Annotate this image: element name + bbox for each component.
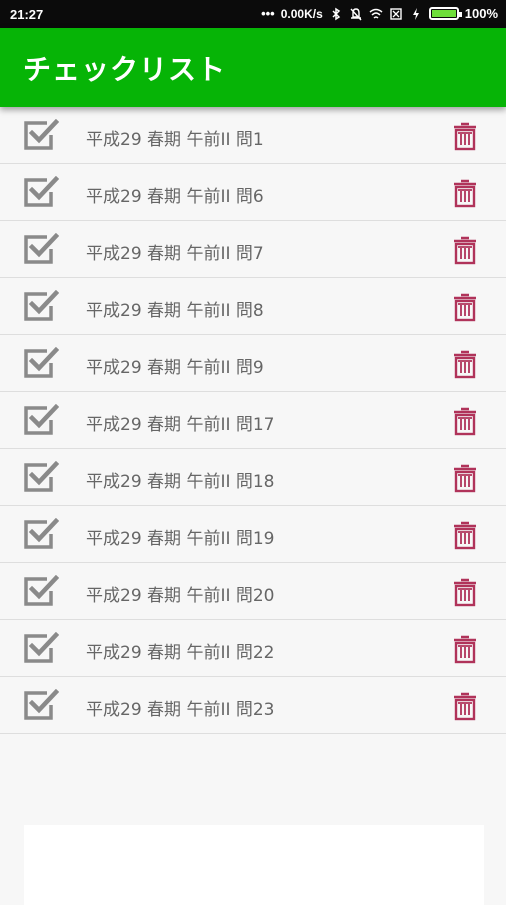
trash-icon[interactable] xyxy=(451,349,479,379)
list-item[interactable]: 平成29 春期 午前II 問7 xyxy=(0,221,506,278)
checkbox-checked-icon[interactable] xyxy=(23,517,60,550)
list-item[interactable]: 平成29 春期 午前II 問9 xyxy=(0,335,506,392)
checkbox-checked-icon[interactable] xyxy=(23,403,60,436)
battery-percent: 100% xyxy=(464,6,498,21)
checkbox-checked-icon[interactable] xyxy=(23,631,60,664)
checkbox-checked-icon[interactable] xyxy=(23,232,60,265)
list-item[interactable]: 平成29 春期 午前II 問23 xyxy=(0,677,506,734)
list-item-label: 平成29 春期 午前II 問17 xyxy=(86,415,275,435)
status-bar: 21:27 ••• 0.00K/s 100% xyxy=(0,0,506,28)
mute-icon xyxy=(350,7,362,20)
checklist: 平成29 春期 午前II 問1 平成29 春期 午前II 問6 平成29 春期 午前… xyxy=(0,107,506,734)
list-item-label: 平成29 春期 午前II 問7 xyxy=(86,244,264,264)
checkbox-checked-icon[interactable] xyxy=(23,289,60,322)
list-item-label: 平成29 春期 午前II 問1 xyxy=(86,130,264,150)
bottom-card xyxy=(24,825,484,905)
trash-icon[interactable] xyxy=(451,520,479,550)
list-item-label: 平成29 春期 午前II 問23 xyxy=(86,700,275,720)
checkbox-checked-icon[interactable] xyxy=(23,118,60,151)
list-item[interactable]: 平成29 春期 午前II 問18 xyxy=(0,449,506,506)
sim-icon xyxy=(390,7,402,20)
list-item[interactable]: 平成29 春期 午前II 問19 xyxy=(0,506,506,563)
trash-icon[interactable] xyxy=(451,463,479,493)
status-time: 21:27 xyxy=(10,7,44,22)
checkbox-checked-icon[interactable] xyxy=(23,688,60,721)
app-bar: チェックリスト xyxy=(0,28,506,107)
trash-icon[interactable] xyxy=(451,121,479,151)
checkbox-checked-icon[interactable] xyxy=(23,346,60,379)
network-speed: 0.00K/s xyxy=(280,6,323,21)
bluetooth-icon xyxy=(332,7,340,20)
list-item-label: 平成29 春期 午前II 問9 xyxy=(86,358,264,378)
list-item[interactable]: 平成29 春期 午前II 問1 xyxy=(0,107,506,164)
list-item-label: 平成29 春期 午前II 問22 xyxy=(86,643,275,663)
list-item-label: 平成29 春期 午前II 問18 xyxy=(86,472,275,492)
list-item-label: 平成29 春期 午前II 問6 xyxy=(86,187,264,207)
trash-icon[interactable] xyxy=(451,406,479,436)
list-item-label: 平成29 春期 午前II 問8 xyxy=(86,301,264,321)
list-item[interactable]: 平成29 春期 午前II 問17 xyxy=(0,392,506,449)
charging-icon xyxy=(412,7,419,20)
trash-icon[interactable] xyxy=(451,577,479,607)
trash-icon[interactable] xyxy=(451,634,479,664)
trash-icon[interactable] xyxy=(451,178,479,208)
list-item[interactable]: 平成29 春期 午前II 問20 xyxy=(0,563,506,620)
page-title: チェックリスト xyxy=(23,53,227,86)
list-item[interactable]: 平成29 春期 午前II 問8 xyxy=(0,278,506,335)
dots-icon: ••• xyxy=(261,6,275,21)
wifi-icon xyxy=(369,8,383,19)
status-icons: ••• 0.00K/s 100% xyxy=(261,6,498,21)
battery-icon xyxy=(428,7,462,20)
checkbox-checked-icon[interactable] xyxy=(23,574,60,607)
checkbox-checked-icon[interactable] xyxy=(23,175,60,208)
trash-icon[interactable] xyxy=(451,691,479,721)
list-item-label: 平成29 春期 午前II 問19 xyxy=(86,529,275,549)
checkbox-checked-icon[interactable] xyxy=(23,460,60,493)
list-item[interactable]: 平成29 春期 午前II 問6 xyxy=(0,164,506,221)
trash-icon[interactable] xyxy=(451,292,479,322)
list-item[interactable]: 平成29 春期 午前II 問22 xyxy=(0,620,506,677)
list-item-label: 平成29 春期 午前II 問20 xyxy=(86,586,275,606)
trash-icon[interactable] xyxy=(451,235,479,265)
